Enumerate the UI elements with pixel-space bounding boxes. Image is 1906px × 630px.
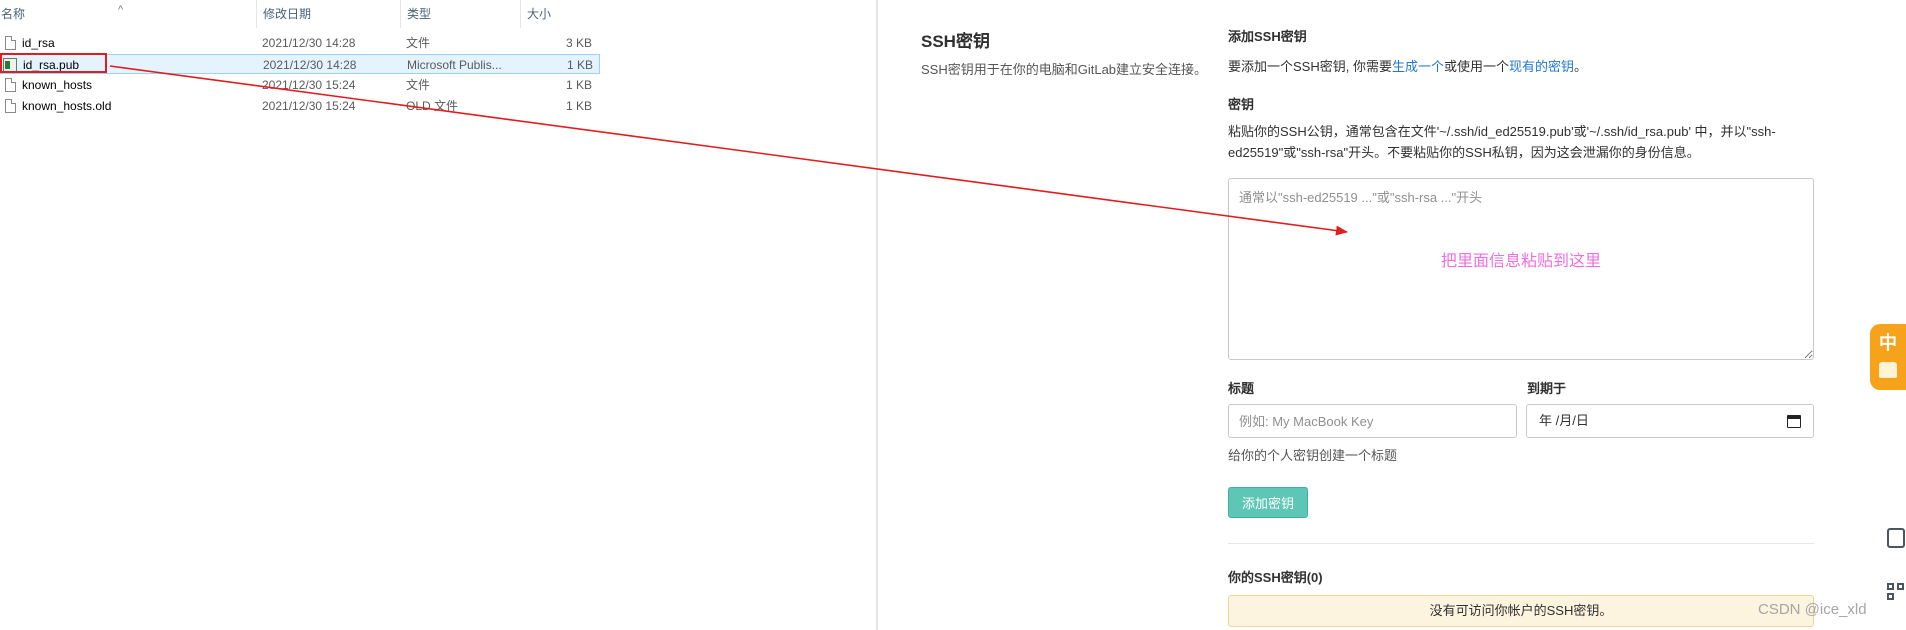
file-row[interactable]: known_hosts.old 2021/12/30 15:24 OLD 文件 …: [0, 96, 600, 116]
edit-icon[interactable]: [1887, 528, 1905, 548]
file-name: known_hosts.old: [22, 99, 112, 113]
file-icon: [5, 36, 16, 50]
file-type: 文件: [406, 36, 431, 50]
ime-widget[interactable]: 中: [1870, 324, 1906, 390]
section-divider: [1228, 543, 1814, 544]
ime-skin-icon: [1879, 362, 1897, 378]
title-label: 标题: [1228, 381, 1255, 396]
gitlab-ssh-settings: SSH密钥 SSH密钥用于在你的电脑和GitLab建立安全连接。 添加SSH密钥…: [878, 0, 1906, 630]
add-key-suffix: 。: [1574, 59, 1588, 74]
column-size-label: 大小: [527, 7, 552, 21]
file-explorer: 名称 ^ 修改日期 类型 大小 id_rsa 2021/12/30 14:28 …: [0, 0, 878, 630]
file-icon: [5, 99, 16, 113]
section-title: SSH密钥: [921, 32, 990, 51]
section-description: SSH密钥用于在你的电脑和GitLab建立安全连接。: [921, 62, 1208, 77]
file-modified: 2021/12/30 14:28: [263, 58, 357, 72]
your-keys-heading: 你的SSH密钥(0): [1228, 570, 1323, 585]
ime-mode-indicator: 中: [1879, 333, 1897, 353]
column-type-label: 类型: [407, 7, 432, 21]
file-icon: [5, 78, 16, 92]
add-key-button[interactable]: 添加密钥: [1228, 487, 1308, 518]
add-key-instructions: 要添加一个SSH密钥, 你需要生成一个或使用一个现有的密钥。: [1228, 56, 1587, 75]
title-help-text: 给你的个人密钥创建一个标题: [1228, 448, 1398, 463]
csdn-watermark: CSDN @ice_xld: [1758, 601, 1867, 618]
key-label: 密钥: [1228, 97, 1255, 112]
column-modified-label: 修改日期: [263, 7, 312, 21]
file-size: 1 KB: [566, 58, 593, 72]
file-type: Microsoft Publis...: [407, 58, 502, 72]
expires-date-input[interactable]: 年 /月/日: [1526, 404, 1814, 438]
column-size[interactable]: 大小: [520, 0, 600, 28]
column-modified[interactable]: 修改日期: [256, 0, 400, 28]
key-help-text: 粘贴你的SSH公钥，通常包含在文件'~/.ssh/id_ed25519.pub'…: [1228, 124, 1776, 160]
file-type: 文件: [406, 78, 431, 92]
file-size: 1 KB: [565, 78, 592, 92]
explorer-column-header: 名称 ^ 修改日期 类型 大小: [0, 0, 600, 28]
file-modified: 2021/12/30 15:24: [262, 99, 356, 113]
file-type: OLD 文件: [406, 99, 459, 113]
file-size: 3 KB: [565, 36, 592, 50]
file-modified: 2021/12/30 14:28: [262, 36, 356, 50]
file-name: id_rsa: [22, 36, 55, 50]
expires-date-value: 年 /月/日: [1539, 413, 1589, 428]
add-key-prefix: 要添加一个SSH密钥, 你需要: [1228, 59, 1392, 74]
annotation-highlight-box: [0, 53, 107, 73]
expires-label: 到期于: [1527, 381, 1567, 396]
file-size: 1 KB: [565, 99, 592, 113]
no-keys-alert: 没有可访问你帐户的SSH密钥。: [1228, 595, 1814, 627]
sort-up-icon: ^: [118, 4, 124, 16]
generate-key-link[interactable]: 生成一个: [1392, 59, 1444, 74]
title-input[interactable]: [1228, 404, 1517, 438]
file-modified: 2021/12/30 15:24: [262, 78, 356, 92]
column-type[interactable]: 类型: [400, 0, 520, 28]
key-textarea[interactable]: [1228, 178, 1814, 360]
existing-key-link[interactable]: 现有的密钥: [1509, 59, 1574, 74]
column-name[interactable]: 名称 ^: [0, 0, 256, 28]
file-row[interactable]: id_rsa 2021/12/30 14:28 文件 3 KB: [0, 33, 600, 53]
file-row[interactable]: known_hosts 2021/12/30 15:24 文件 1 KB: [0, 75, 600, 95]
calendar-icon[interactable]: [1787, 415, 1801, 428]
qr-code-icon[interactable]: [1887, 583, 1905, 601]
add-key-middle: 或使用一个: [1443, 59, 1509, 74]
add-key-heading: 添加SSH密钥: [1228, 29, 1307, 44]
file-name: known_hosts: [22, 78, 93, 92]
column-name-label: 名称: [1, 7, 26, 21]
